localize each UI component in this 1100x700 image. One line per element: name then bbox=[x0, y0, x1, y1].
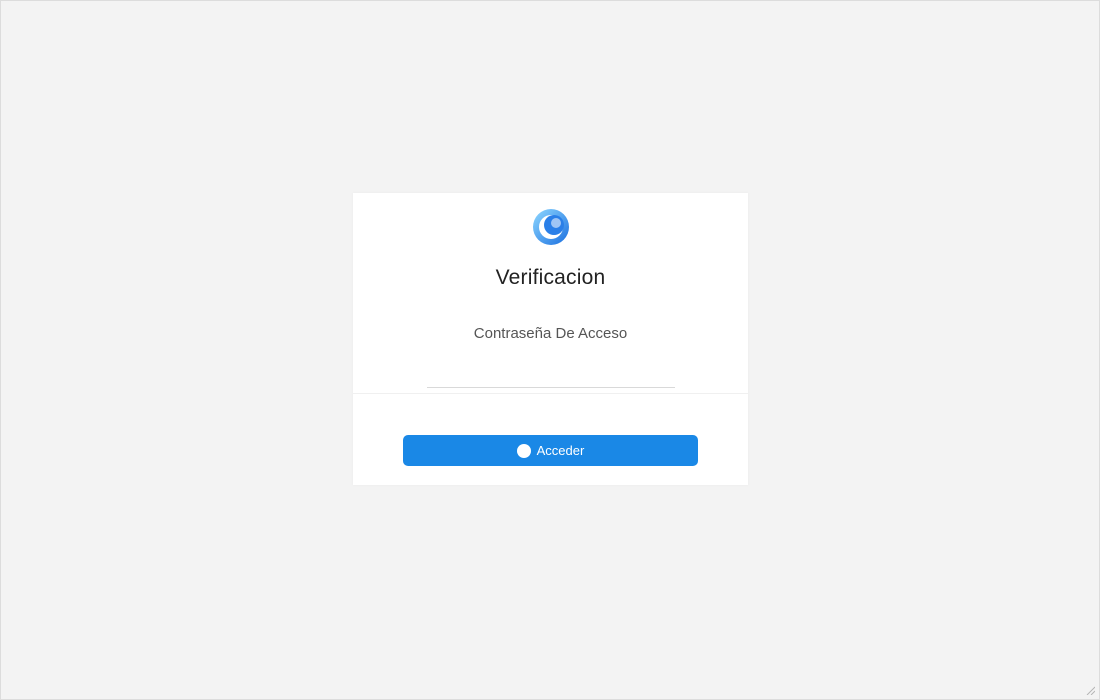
resize-grip-icon[interactable] bbox=[1085, 685, 1095, 695]
submit-button-label: Acceder bbox=[536, 443, 585, 458]
app-window: Verificacion Contraseña De Acceso Accede… bbox=[0, 0, 1100, 700]
submit-button[interactable]: Acceder bbox=[403, 435, 698, 466]
page-title: Verificacion bbox=[495, 266, 606, 289]
divider bbox=[353, 393, 748, 394]
app-logo-icon bbox=[533, 209, 569, 245]
lock-icon bbox=[516, 443, 531, 458]
password-input[interactable] bbox=[427, 363, 675, 388]
verification-card: Verificacion Contraseña De Acceso Accede… bbox=[353, 193, 748, 485]
password-label: Contraseña De Acceso bbox=[473, 325, 628, 342]
